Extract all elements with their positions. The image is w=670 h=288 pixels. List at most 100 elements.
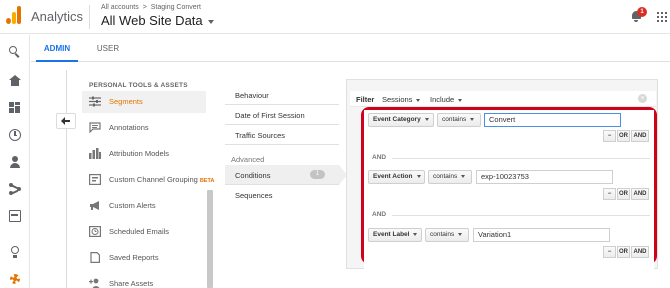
remove-condition-button[interactable]: − — [603, 246, 616, 258]
card-icon[interactable] — [9, 210, 21, 222]
and-button[interactable]: AND — [631, 188, 649, 200]
column-divider — [66, 70, 67, 288]
and-button[interactable]: AND — [631, 246, 649, 258]
lightbulb-icon[interactable] — [9, 246, 21, 258]
chevron-down-icon — [416, 174, 421, 178]
nav-sequences[interactable]: Sequences — [225, 185, 339, 205]
conditions-count-badge: 1 — [310, 170, 325, 179]
annotation-icon — [89, 122, 101, 133]
chevron-down-icon — [458, 232, 463, 236]
menu-item-annotations[interactable]: Annotations — [82, 117, 206, 139]
person-icon[interactable] — [9, 156, 21, 168]
condition-value-input[interactable]: Convert — [484, 113, 621, 127]
and-button[interactable]: AND — [631, 130, 649, 142]
segments-icon — [89, 96, 101, 107]
remove-condition-button[interactable]: − — [603, 188, 616, 200]
menu-scrollbar[interactable] — [207, 190, 213, 288]
nav-label: Behaviour — [235, 91, 269, 100]
condition-row: Event Label contains Variation1 − OR AND — [364, 228, 654, 270]
remove-condition-button[interactable]: − — [603, 130, 616, 142]
clock-icon[interactable] — [9, 129, 21, 141]
nav-date-of-first-session[interactable]: Date of First Session — [225, 105, 339, 125]
nav-label: Date of First Session — [235, 111, 305, 120]
tab-admin[interactable]: ADMIN — [36, 35, 78, 62]
filter-label: Filter — [356, 95, 375, 104]
chevron-down-icon — [207, 19, 214, 24]
menu-label: Custom Channel Grouping BETA — [109, 175, 215, 184]
menu-label: Share Assets — [109, 279, 154, 288]
megaphone-icon — [90, 201, 99, 210]
menu-label: Attribution Models — [109, 149, 170, 158]
chevron-down-icon — [458, 98, 463, 102]
chevron-down-icon — [461, 174, 466, 178]
operator-dropdown[interactable]: contains — [437, 113, 481, 127]
and-separator: AND — [372, 154, 387, 161]
nav-label: Traffic Sources — [235, 131, 286, 140]
home-icon[interactable] — [9, 75, 21, 87]
or-button[interactable]: OR — [617, 246, 630, 258]
flow-icon[interactable] — [9, 183, 21, 195]
clock-icon — [89, 226, 101, 237]
chevron-down-icon — [424, 117, 429, 121]
breadcrumb[interactable]: All accounts > Staging Convert — [101, 4, 201, 11]
nav-group-advanced: Advanced — [231, 155, 265, 164]
analytics-logo-icon[interactable] — [6, 6, 22, 24]
operator-dropdown[interactable]: contains — [425, 228, 469, 242]
filter-bar: Filter Sessions Include × — [350, 91, 656, 107]
condition-value-input[interactable]: exp-10023753 — [476, 170, 613, 184]
separator-line — [392, 215, 650, 216]
breadcrumb-root[interactable]: All accounts — [101, 4, 139, 11]
view-name: All Web Site Data — [101, 13, 203, 28]
nav-label: Conditions — [235, 171, 271, 180]
header-divider — [89, 5, 90, 29]
operator-dropdown[interactable]: contains — [428, 170, 472, 184]
apps-grid-icon[interactable] — [657, 12, 667, 22]
search-icon[interactable] — [9, 46, 21, 58]
menu-label: Custom Alerts — [109, 201, 156, 210]
nav-label: Sequences — [235, 191, 273, 200]
menu-label: Scheduled Emails — [109, 227, 170, 236]
menu-item-attribution-models[interactable]: Attribution Models — [82, 143, 206, 165]
left-rail — [0, 35, 30, 288]
and-separator: AND — [372, 211, 387, 218]
gear-icon[interactable] — [9, 273, 21, 285]
menu-label: Segments — [109, 97, 143, 106]
menu-item-segments[interactable]: Segments — [82, 91, 206, 113]
remove-filter-icon[interactable]: × — [638, 94, 647, 103]
separator-line — [392, 158, 650, 159]
dashboard-icon[interactable] — [9, 102, 21, 114]
or-button[interactable]: OR — [617, 130, 630, 142]
back-button[interactable] — [56, 113, 76, 129]
add-person-icon — [89, 278, 100, 288]
dimension-dropdown[interactable]: Event Action — [368, 170, 425, 184]
beta-badge: BETA — [199, 178, 215, 184]
include-dropdown[interactable]: Include — [430, 95, 463, 104]
condition-value-input[interactable]: Variation1 — [473, 228, 610, 242]
notification-badge: 1 — [637, 7, 647, 17]
chevron-down-icon — [413, 232, 418, 236]
chevron-down-icon — [416, 98, 421, 102]
breadcrumb-separator: > — [142, 4, 147, 11]
menu-label: Annotations — [109, 123, 149, 132]
condition-row: Event Action contains exp-10023753 − OR … — [364, 170, 654, 212]
or-button[interactable]: OR — [617, 188, 630, 200]
menu-item-scheduled-emails[interactable]: Scheduled Emails — [82, 221, 206, 243]
dimension-dropdown[interactable]: Event Category — [368, 113, 434, 127]
breadcrumb-account[interactable]: Staging Convert — [151, 4, 201, 11]
condition-row: Event Category contains Convert − OR AND — [364, 110, 654, 152]
tab-user[interactable]: USER — [88, 35, 128, 62]
menu-item-custom-channel-grouping[interactable]: Custom Channel Grouping BETA — [82, 169, 214, 191]
nav-behaviour[interactable]: Behaviour — [225, 85, 339, 105]
menu-item-custom-alerts[interactable]: Custom Alerts — [82, 195, 206, 217]
nav-conditions[interactable]: Conditions 1 — [225, 165, 339, 185]
admin-tabs: ADMIN USER — [31, 35, 670, 62]
conditions-highlight: Event Category contains Convert − OR AND… — [361, 107, 657, 270]
menu-item-share-assets[interactable]: Share Assets — [82, 273, 206, 288]
dimension-dropdown[interactable]: Event Label — [368, 228, 422, 242]
menu-item-saved-reports[interactable]: Saved Reports — [82, 247, 206, 269]
nav-traffic-sources[interactable]: Traffic Sources — [225, 125, 339, 145]
scope-dropdown[interactable]: Sessions — [382, 95, 421, 104]
view-selector[interactable]: All Web Site Data — [101, 13, 214, 28]
chevron-down-icon — [470, 117, 475, 121]
menu-label: Saved Reports — [109, 253, 159, 262]
